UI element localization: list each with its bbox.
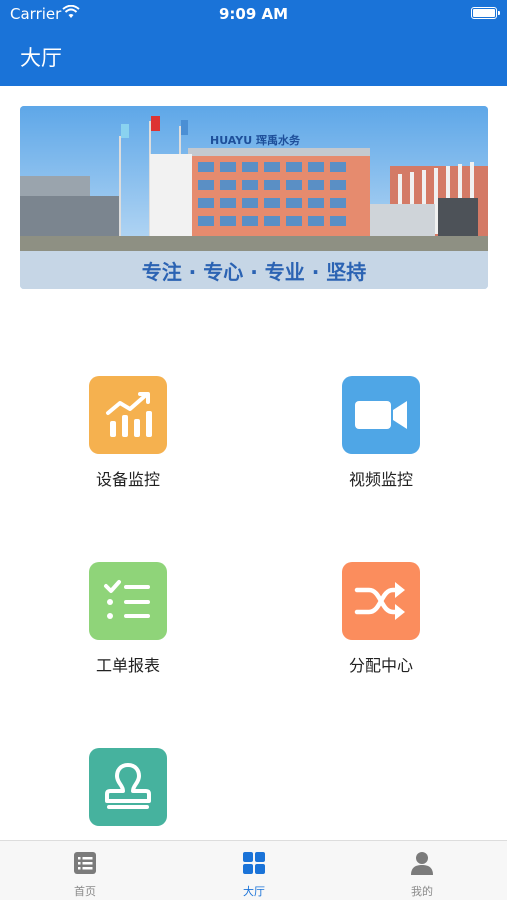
shuffle-icon (354, 582, 405, 620)
grid-item-work-order[interactable]: 工单报表 (58, 562, 198, 676)
list-icon (74, 852, 96, 874)
video-monitor-label: 视频监控 (348, 470, 413, 489)
status-time: 9:09 AM (218, 5, 289, 23)
banner-slogan: 专注 · 专心 · 专业 · 坚持 (142, 260, 367, 284)
dispatch-center-label: 分配中心 (348, 656, 413, 675)
work-order-tile[interactable] (89, 562, 167, 640)
video-monitor-tile[interactable] (342, 376, 420, 454)
tab-hall-label: 大厅 (243, 885, 265, 898)
device-monitor-tile[interactable] (89, 376, 167, 454)
tab-home[interactable]: 首页 (35, 841, 135, 901)
video-camera-icon (355, 401, 407, 429)
app-header: Carrier 9:09 AM 大厅 (0, 0, 507, 86)
status-bar: Carrier 9:09 AM (0, 0, 507, 28)
tab-bar: 首页 大厅 我的 (0, 840, 507, 900)
stamp-icon (105, 763, 151, 809)
banner-image[interactable]: HUAYU 珲禹水务 专注 · 专心 · 专业 · 坚持 (20, 106, 488, 289)
dispatch-center-tile[interactable] (342, 562, 420, 640)
tab-home-label: 首页 (74, 885, 96, 898)
person-icon (411, 852, 433, 875)
grid-item-dispatch-center[interactable]: 分配中心 (311, 562, 451, 676)
checklist-icon (104, 580, 150, 619)
work-order-label: 工单报表 (95, 656, 160, 675)
tab-mine[interactable]: 我的 (372, 841, 472, 901)
tab-mine-label: 我的 (411, 885, 433, 898)
grid-icon (243, 852, 265, 874)
grid-item-video-monitor[interactable]: 视频监控 (311, 376, 451, 490)
building-sign-text: HUAYU 珲禹水务 (210, 133, 301, 147)
stamp-tile[interactable] (89, 748, 167, 826)
page-title: 大厅 (20, 46, 62, 70)
tab-hall[interactable]: 大厅 (204, 841, 304, 901)
device-monitor-label: 设备监控 (95, 470, 160, 489)
bar-chart-icon (106, 392, 152, 437)
battery-icon (471, 7, 500, 19)
grid-item-device-monitor[interactable]: 设备监控 (58, 376, 198, 490)
grid-item-stamp[interactable] (58, 748, 198, 838)
